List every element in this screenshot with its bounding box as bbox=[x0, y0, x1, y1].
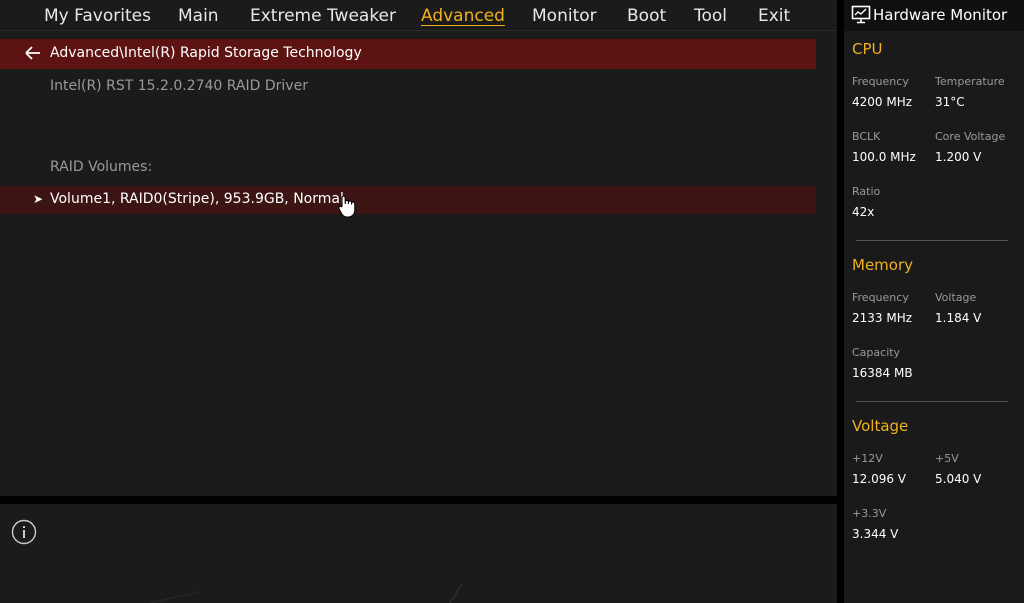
v5-value: 5.040 V bbox=[935, 472, 982, 486]
raid-volume-label: Volume1, RAID0(Stripe), 953.9GB, Normal bbox=[50, 191, 344, 207]
hardware-monitor-title: Hardware Monitor bbox=[873, 6, 1008, 24]
raid-volumes-label: RAID Volumes: bbox=[50, 159, 153, 175]
driver-info: Intel(R) RST 15.2.0.2740 RAID Driver bbox=[50, 78, 308, 94]
cpu-group-title: CPU bbox=[852, 40, 883, 58]
tab-main[interactable]: Main bbox=[178, 6, 219, 26]
tab-extreme-tweaker[interactable]: Extreme Tweaker bbox=[250, 6, 396, 26]
bclk-label: BCLK bbox=[852, 130, 881, 143]
memory-voltage-value: 1.184 V bbox=[935, 311, 982, 325]
info-icon[interactable] bbox=[11, 519, 37, 545]
v5-label: +5V bbox=[935, 452, 959, 465]
memory-voltage-label: Voltage bbox=[935, 291, 977, 304]
cpu-frequency-value: 4200 MHz bbox=[852, 95, 913, 109]
cpu-temperature-label: Temperature bbox=[935, 75, 1005, 88]
chevron-right-icon: ➤ bbox=[33, 192, 44, 206]
monitor-icon bbox=[851, 5, 871, 24]
cpu-frequency-label: Frequency bbox=[852, 75, 909, 88]
tab-monitor[interactable]: Monitor bbox=[532, 6, 597, 26]
cpu-temperature-value: 31°C bbox=[935, 95, 965, 109]
separator bbox=[0, 496, 837, 504]
v33-label: +3.3V bbox=[852, 507, 887, 520]
memory-frequency-value: 2133 MHz bbox=[852, 311, 913, 325]
v33-value: 3.344 V bbox=[852, 527, 899, 541]
core-voltage-value: 1.200 V bbox=[935, 150, 982, 164]
arrow-left-icon[interactable] bbox=[22, 43, 44, 63]
help-panel bbox=[0, 504, 837, 603]
hardware-monitor-panel: Hardware Monitor CPU Frequency 4200 MHz … bbox=[844, 0, 1024, 603]
tab-tool[interactable]: Tool bbox=[694, 6, 727, 26]
ratio-label: Ratio bbox=[852, 185, 881, 198]
v12-value: 12.096 V bbox=[852, 472, 907, 486]
ratio-value: 42x bbox=[852, 205, 875, 219]
tab-exit[interactable]: Exit bbox=[758, 6, 790, 26]
decorative-lines bbox=[149, 583, 463, 603]
hardware-monitor-header: Hardware Monitor bbox=[844, 0, 1024, 31]
tab-my-favorites[interactable]: My Favorites bbox=[44, 6, 151, 26]
main-panel: Advanced\Intel(R) Rapid Storage Technolo… bbox=[0, 31, 837, 496]
memory-divider bbox=[856, 401, 1008, 402]
cpu-divider bbox=[856, 240, 1008, 241]
tab-advanced[interactable]: Advanced bbox=[421, 6, 505, 26]
top-menu-bar: My Favorites Main Extreme Tweaker Advanc… bbox=[0, 0, 837, 31]
v12-label: +12V bbox=[852, 452, 883, 465]
tab-boot[interactable]: Boot bbox=[627, 6, 666, 26]
raid-volume-item[interactable]: ➤ Volume1, RAID0(Stripe), 953.9GB, Norma… bbox=[0, 186, 816, 214]
panel-divider bbox=[837, 0, 844, 603]
bclk-value: 100.0 MHz bbox=[852, 150, 916, 164]
memory-group-title: Memory bbox=[852, 256, 914, 274]
breadcrumb: Advanced\Intel(R) Rapid Storage Technolo… bbox=[0, 39, 816, 69]
memory-capacity-label: Capacity bbox=[852, 346, 901, 359]
voltage-group-title: Voltage bbox=[852, 417, 909, 435]
memory-capacity-value: 16384 MB bbox=[852, 366, 913, 380]
breadcrumb-text: Advanced\Intel(R) Rapid Storage Technolo… bbox=[50, 45, 362, 61]
memory-frequency-label: Frequency bbox=[852, 291, 909, 304]
core-voltage-label: Core Voltage bbox=[935, 130, 1006, 143]
hand-pointer-icon bbox=[338, 195, 356, 218]
